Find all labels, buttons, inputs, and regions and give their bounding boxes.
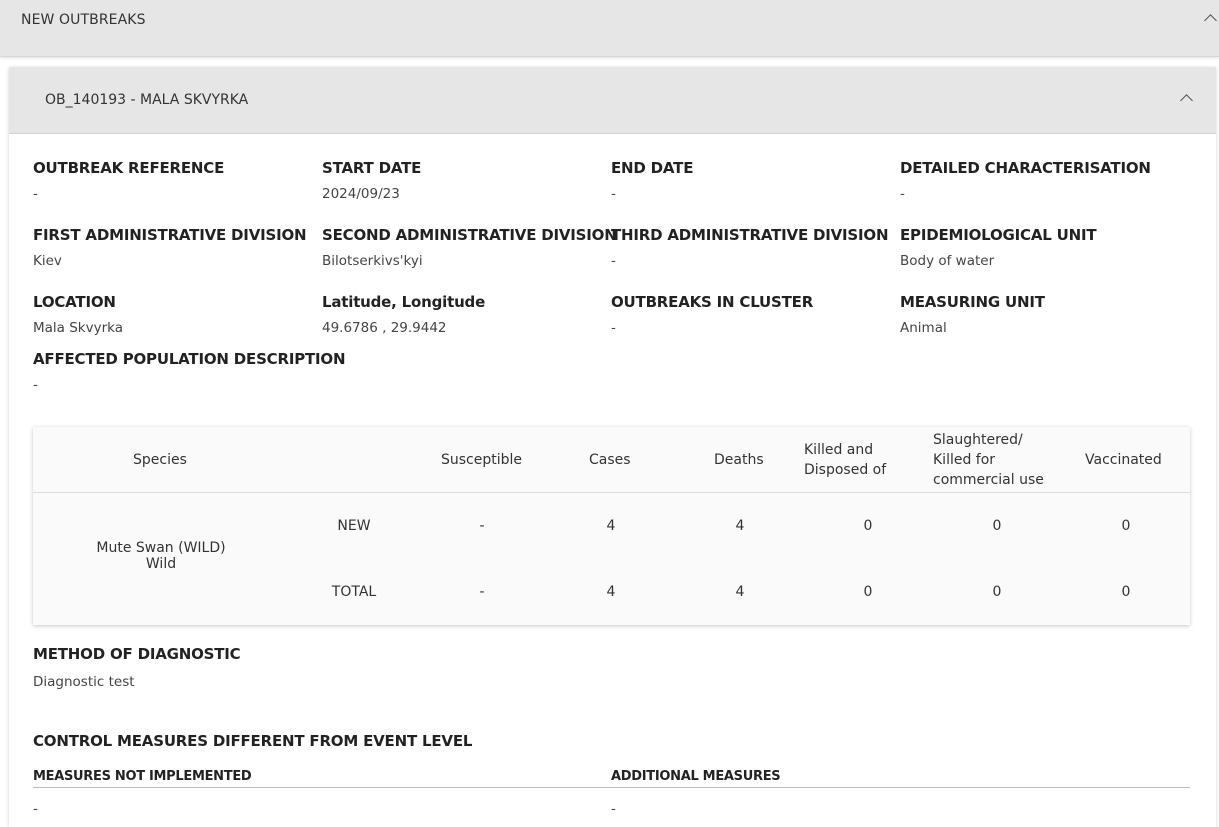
cell-deaths: 4: [735, 584, 745, 600]
chevron-up-icon[interactable]: [1204, 14, 1217, 27]
cell-cases: 4: [606, 518, 616, 534]
field-label: DETAILED CHARACTERISATION: [900, 159, 1151, 177]
field-value: -: [33, 377, 38, 393]
cell-slaughtered: 0: [992, 518, 1002, 534]
col-header-slaughtered: Slaughtered/ Killed for commercial use: [933, 430, 1044, 490]
col-header-slaughtered-line: Killed for: [933, 452, 996, 468]
field-value: -: [611, 320, 616, 336]
field-lat-long: Latitude, Longitude 49.6786 , 29.9442: [322, 293, 485, 336]
col-header-susceptible: Susceptible: [441, 452, 523, 468]
field-second-admin-division: SECOND ADMINISTRATIVE DIVISION Bilotserk…: [322, 226, 617, 269]
diagnostic-value: Diagnostic test: [33, 674, 135, 690]
field-outbreaks-in-cluster: OUTBREAKS IN CLUSTER -: [611, 293, 813, 336]
field-third-admin-division: THIRD ADMINISTRATIVE DIVISION -: [611, 226, 889, 269]
field-label: OUTBREAK REFERENCE: [33, 159, 225, 177]
cell-killed: 0: [863, 584, 873, 600]
field-measuring-unit: MEASURING UNIT Animal: [900, 293, 1045, 336]
diagnostic-title: METHOD OF DIAGNOSTIC: [33, 645, 241, 663]
field-label: Latitude, Longitude: [322, 293, 486, 311]
cell-killed: 0: [863, 518, 873, 534]
field-first-admin-division: FIRST ADMINISTRATIVE DIVISION Kiev: [33, 226, 307, 269]
table-header-divider: [33, 492, 1190, 493]
field-end-date: END DATE -: [611, 159, 693, 202]
col-header-killed: Killed and Disposed of: [804, 440, 886, 480]
col-header-slaughtered-line: Slaughtered/: [933, 432, 1023, 448]
cell-cases: 4: [606, 584, 616, 600]
col-header-deaths: Deaths: [714, 452, 764, 468]
species-name: Mute Swan (WILD): [96, 540, 226, 556]
row-label-total: TOTAL: [331, 584, 377, 600]
field-affected-population: AFFECTED POPULATION DESCRIPTION -: [33, 350, 346, 393]
field-detailed-characterisation: DETAILED CHARACTERISATION -: [900, 159, 1151, 202]
field-value: Mala Skvyrka: [33, 320, 124, 336]
control-measures-divider: [33, 787, 1190, 788]
field-label: SECOND ADMINISTRATIVE DIVISION: [322, 226, 617, 244]
field-value: 2024/09/23: [322, 186, 400, 202]
col-header-killed-line: Disposed of: [804, 462, 887, 478]
col-header-cases: Cases: [589, 452, 631, 468]
field-outbreak-reference: OUTBREAK REFERENCE -: [33, 159, 224, 202]
field-value: Kiev: [33, 253, 62, 269]
field-label: LOCATION: [33, 293, 116, 311]
field-label: AFFECTED POPULATION DESCRIPTION: [33, 350, 346, 368]
field-value: Animal: [900, 320, 947, 336]
field-epidemiological-unit: EPIDEMIOLOGICAL UNIT Body of water: [900, 226, 1097, 269]
new-outbreaks-header[interactable]: NEW OUTBREAKS: [0, 0, 1219, 57]
species-table: Species Susceptible Cases Deaths Killed …: [33, 427, 1190, 625]
control-measures-title: CONTROL MEASURES DIFFERENT FROM EVENT LE…: [33, 732, 473, 750]
field-value: -: [611, 253, 616, 269]
field-label: FIRST ADMINISTRATIVE DIVISION: [33, 226, 307, 244]
species-cell: Mute Swan (WILD) Wild: [73, 540, 249, 572]
cell-susceptible: -: [479, 584, 485, 600]
col-header-killed-line: Killed and: [804, 442, 874, 458]
field-label: OUTBREAKS IN CLUSTER: [611, 293, 814, 311]
outbreak-title: OB_140193 - MALA SKVYRKA: [45, 92, 249, 108]
outbreak-panel-header[interactable]: OB_140193 - MALA SKVYRKA: [9, 67, 1216, 134]
field-value: 49.6786 , 29.9442: [322, 320, 447, 336]
row-label-new: NEW: [337, 518, 371, 534]
field-value: -: [33, 186, 38, 202]
field-value: Body of water: [900, 253, 995, 269]
field-value: Bilotserkivs'kyi: [322, 253, 423, 269]
field-label: THIRD ADMINISTRATIVE DIVISION: [611, 226, 889, 244]
species-type: Wild: [145, 556, 177, 572]
cell-vaccinated: 0: [1121, 518, 1131, 534]
new-outbreaks-title: NEW OUTBREAKS: [21, 12, 146, 28]
chevron-up-icon[interactable]: [1180, 94, 1193, 107]
col-header-vaccinated: Vaccinated: [1085, 452, 1162, 468]
field-start-date: START DATE 2024/09/23: [322, 159, 421, 202]
field-value: -: [900, 186, 905, 202]
field-label: END DATE: [611, 159, 694, 177]
additional-measures-label: ADDITIONAL MEASURES: [611, 769, 781, 784]
field-location: LOCATION Mala Skvyrka: [33, 293, 123, 336]
col-header-species: Species: [133, 452, 187, 468]
measures-not-implemented-label: MEASURES NOT IMPLEMENTED: [33, 769, 252, 784]
col-header-slaughtered-line: commercial use: [933, 472, 1044, 488]
cell-susceptible: -: [479, 518, 485, 534]
field-label: START DATE: [322, 159, 422, 177]
field-value: -: [611, 186, 616, 202]
cell-slaughtered: 0: [992, 584, 1002, 600]
field-label: EPIDEMIOLOGICAL UNIT: [900, 226, 1097, 244]
cell-vaccinated: 0: [1121, 584, 1131, 600]
field-label: MEASURING UNIT: [900, 293, 1045, 311]
cell-deaths: 4: [735, 518, 745, 534]
